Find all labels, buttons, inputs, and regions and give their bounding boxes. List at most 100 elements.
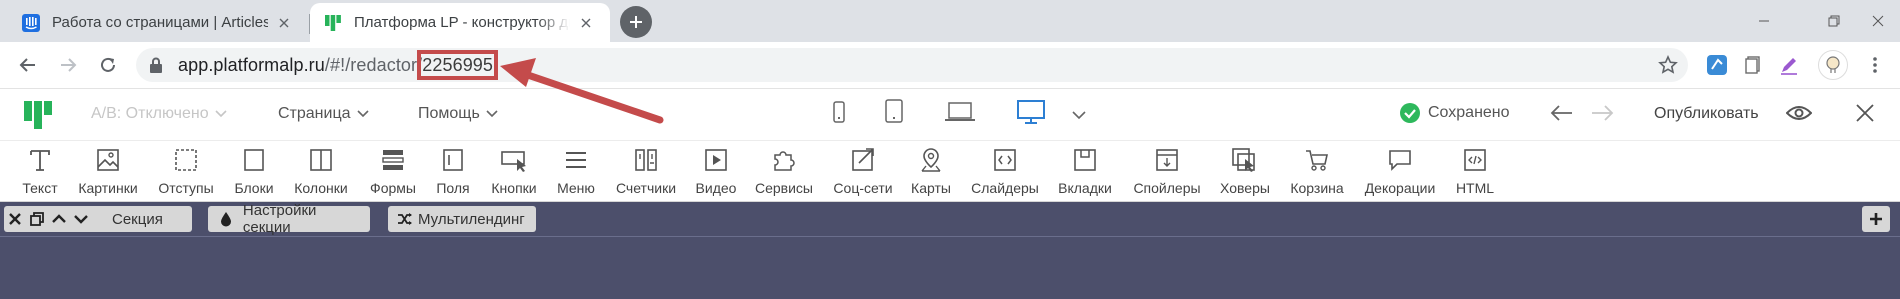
move-down-icon[interactable]: [70, 206, 92, 232]
tool-forms[interactable]: Формы: [369, 145, 417, 196]
reload-button[interactable]: [92, 49, 124, 81]
tool-decoration[interactable]: Декорации: [1361, 145, 1439, 196]
tablet-icon[interactable]: [884, 98, 904, 129]
tab-articles[interactable]: Работа со страницами | Articles: [8, 3, 308, 42]
minimize-button[interactable]: [1736, 0, 1792, 42]
tool-columns[interactable]: Колонки: [290, 145, 352, 196]
preview-eye-icon[interactable]: [1785, 103, 1813, 128]
url-page-id: 2256995: [417, 50, 499, 80]
decoration-icon: [1385, 145, 1415, 175]
back-button[interactable]: [12, 49, 44, 81]
extension-doc-icon[interactable]: [1740, 52, 1766, 78]
tool-label: Декорации: [1364, 180, 1436, 196]
redo-arrow-icon[interactable]: [1590, 104, 1614, 127]
menu-icon: [561, 145, 591, 175]
page-canvas: Секция Настройки секции Мультилендинг: [0, 202, 1900, 299]
publish-button[interactable]: Опубликовать: [1654, 105, 1759, 123]
save-status-label: Сохранено: [1428, 104, 1510, 121]
duplicate-section-icon[interactable]: [26, 206, 48, 232]
tabs-icon: [1070, 145, 1100, 175]
navigation-bar: app.platformalp.ru/#!/redactor/2256995: [0, 42, 1900, 88]
address-bar[interactable]: app.platformalp.ru/#!/redactor/2256995: [136, 48, 1688, 82]
tool-map-pin[interactable]: Карты: [907, 145, 955, 196]
section-settings-button[interactable]: Настройки секции: [208, 202, 370, 236]
tool-menu[interactable]: Меню: [552, 145, 600, 196]
ab-test-label: A/B: Отключено: [91, 105, 209, 122]
tool-label: Счетчики: [615, 180, 677, 196]
tool-label: Меню: [557, 180, 595, 196]
map-pin-icon: [916, 145, 946, 175]
url-text[interactable]: app.platformalp.ru/#!/redactor/2256995: [178, 50, 499, 80]
mobile-icon[interactable]: [832, 100, 846, 129]
tool-label: Видео: [695, 180, 737, 196]
counters-icon: [631, 145, 661, 175]
section-label[interactable]: Секция: [106, 211, 171, 228]
ab-test-menu[interactable]: A/B: Отключено: [91, 105, 227, 123]
tool-spacing[interactable]: Отступы: [155, 145, 217, 196]
desktop-icon[interactable]: [1016, 99, 1046, 130]
tool-spoiler[interactable]: Спойлеры: [1132, 145, 1202, 196]
move-up-icon[interactable]: [48, 206, 70, 232]
add-section-button[interactable]: [1862, 206, 1890, 232]
tool-puzzle[interactable]: Сервисы: [753, 145, 815, 196]
columns-icon: [306, 145, 336, 175]
close-tab-icon[interactable]: [576, 13, 596, 33]
cart-icon: [1302, 145, 1332, 175]
tool-cart[interactable]: Корзина: [1286, 145, 1348, 196]
extension-pen-icon[interactable]: [1776, 52, 1802, 78]
image-icon: [93, 145, 123, 175]
avatar-icon: [1826, 56, 1840, 73]
new-tab-button[interactable]: [620, 6, 652, 38]
chevron-down-icon[interactable]: [1072, 107, 1086, 125]
shuffle-icon: [394, 206, 416, 232]
tool-hover[interactable]: Ховеры: [1218, 145, 1272, 196]
tool-buttons[interactable]: Кнопки: [487, 145, 541, 196]
undo-arrow-icon[interactable]: [1550, 104, 1574, 127]
spoiler-icon: [1152, 145, 1182, 175]
tool-image[interactable]: Картинки: [73, 145, 143, 196]
tool-video[interactable]: Видео: [692, 145, 740, 196]
tool-slider[interactable]: Слайдеры: [970, 145, 1040, 196]
section-controls: Секция: [4, 206, 192, 232]
browser-menu-icon[interactable]: [1862, 52, 1888, 78]
extension-icon[interactable]: [1704, 52, 1730, 78]
tool-fields[interactable]: Поля: [429, 145, 477, 196]
section-divider: [0, 236, 1900, 237]
chevron-down-icon: [215, 110, 227, 118]
slider-icon: [990, 145, 1020, 175]
close-editor-icon[interactable]: [1856, 104, 1874, 127]
profile-avatar[interactable]: [1818, 50, 1848, 80]
tool-text[interactable]: Текст: [16, 145, 64, 196]
arrow-right-icon: [61, 58, 77, 72]
reload-icon: [101, 57, 115, 72]
restore-icon: [1828, 15, 1840, 27]
arrow-left-icon: [19, 58, 35, 72]
minimize-icon: [1759, 20, 1769, 22]
multilanding-button[interactable]: Мультилендинг: [388, 206, 536, 232]
intercom-icon: [22, 13, 40, 32]
tool-counters[interactable]: Счетчики: [611, 145, 681, 196]
window-close-button[interactable]: [1856, 0, 1900, 42]
tool-html[interactable]: HTML: [1451, 145, 1499, 196]
tool-tabs[interactable]: Вкладки: [1054, 145, 1116, 196]
tab-platformalp[interactable]: Платформа LP - конструктор ди: [310, 3, 610, 42]
tool-label: Карты: [911, 180, 951, 196]
tool-block[interactable]: Блоки: [230, 145, 278, 196]
close-tab-icon[interactable]: [274, 13, 294, 33]
tab-title: Платформа LP - конструктор ди: [354, 14, 570, 31]
tool-label: Соц-сети: [833, 180, 893, 196]
tool-share[interactable]: Соц-сети: [828, 145, 898, 196]
help-menu[interactable]: Помощь: [418, 105, 498, 123]
delete-section-icon[interactable]: [4, 206, 26, 232]
block-icon: [239, 145, 269, 175]
bookmark-star-icon[interactable]: [1658, 55, 1678, 80]
lock-icon: [150, 57, 162, 78]
platformalp-logo-icon[interactable]: [22, 99, 54, 134]
tool-label: Колонки: [294, 180, 348, 196]
restore-button[interactable]: [1806, 0, 1862, 42]
forward-button[interactable]: [52, 49, 84, 81]
help-menu-label: Помощь: [418, 105, 480, 122]
page-menu[interactable]: Страница: [278, 105, 369, 123]
drop-icon: [216, 206, 237, 232]
laptop-icon[interactable]: [944, 101, 976, 128]
